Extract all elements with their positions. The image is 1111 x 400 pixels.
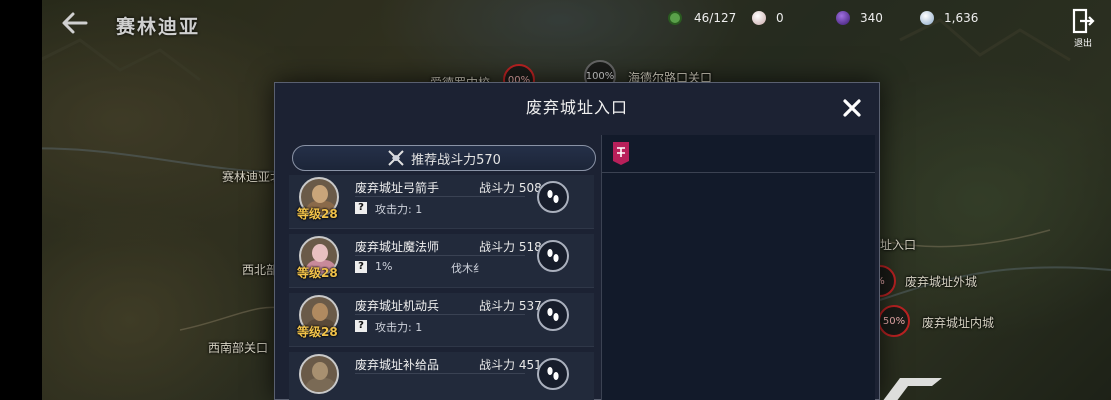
footprints-icon: [547, 367, 559, 380]
close-icon: [843, 99, 861, 117]
reward-header: [602, 135, 875, 173]
enemy-level: 等级28: [297, 325, 338, 339]
divider: [355, 196, 525, 197]
divider: [355, 314, 525, 315]
resource-stamina-value: 46/127: [694, 11, 737, 25]
enemy-row[interactable]: 废弃城址补给品 战斗力 451: [289, 352, 594, 400]
resource-crystal[interactable]: 1,636: [920, 8, 978, 28]
crossed-swords-icon: [388, 150, 404, 166]
recommended-power-badge: 推荐战斗力570: [292, 145, 596, 171]
enemy-power: 战斗力 537: [479, 299, 542, 313]
page-title: 赛林迪亚: [116, 16, 201, 38]
enemy-name: 废弃城址魔法师: [355, 240, 440, 254]
enemy-name: 废弃城址机动兵: [355, 299, 440, 313]
enemy-skill: 攻击力: 1: [375, 203, 423, 216]
enemy-name: 废弃城址弓箭手: [355, 181, 440, 195]
footprints-icon: [547, 190, 559, 203]
dialog-title: 废弃城址入口: [525, 98, 628, 117]
enemy-row[interactable]: 等级28 废弃城址弓箭手 战斗力 508 ? 攻击力: 1: [289, 175, 594, 229]
map-label-northwest[interactable]: 西北部: [242, 261, 278, 278]
enemy-avatar: [299, 354, 339, 394]
left-edge-bar: [0, 0, 42, 400]
map-label-outer[interactable]: 废弃城址外城: [905, 273, 977, 290]
exit-label: 退出: [1073, 39, 1092, 49]
enemy-power: 战斗力 518: [479, 240, 542, 254]
exit-door-icon: [1072, 8, 1095, 34]
back-button[interactable]: [60, 10, 90, 36]
arrow-left-icon: [62, 12, 88, 34]
resource-crystal-value: 1,636: [944, 11, 979, 25]
enemy-row[interactable]: 等级28 废弃城址机动兵 战斗力 537 ? 攻击力: 1: [289, 293, 594, 347]
divider: [355, 373, 525, 374]
reward-pane: [601, 135, 875, 400]
enemy-skill-extra: 伐木纟: [451, 262, 484, 275]
skill-icon: ?: [355, 261, 367, 273]
footprints-icon: [547, 249, 559, 262]
enemy-power: 战斗力 508: [479, 181, 542, 195]
map-label-southwest[interactable]: 西南部关口: [208, 339, 268, 356]
footprints-button[interactable]: [537, 299, 569, 331]
map-label-inner[interactable]: 废弃城址内城: [922, 314, 994, 331]
resource-pearl-value: 0: [776, 11, 784, 25]
resource-stamina[interactable]: 46/127: [668, 8, 736, 28]
footprints-button[interactable]: [537, 181, 569, 213]
recommended-power-text: 推荐战斗力570: [411, 152, 501, 168]
skill-icon: ?: [355, 320, 367, 332]
decorative-glow: [883, 378, 942, 400]
close-button[interactable]: [841, 97, 863, 119]
pearl-icon: [752, 11, 766, 25]
enemy-name: 废弃城址补给品: [355, 358, 440, 372]
enemy-skill: 攻击力: 1: [375, 321, 423, 334]
map-label-north[interactable]: 赛林迪亚北: [222, 168, 282, 185]
enemy-power: 战斗力 451: [479, 358, 542, 372]
enemy-list-pane[interactable]: 推荐战斗力570 等级28 废弃城址弓箭手 战斗力 508 ? 攻击力: 1 等…: [282, 135, 600, 400]
skill-icon: ?: [355, 202, 367, 214]
stamina-icon: [668, 11, 682, 25]
enemy-row[interactable]: 等级28 废弃城址魔法师 战斗力 518 ? 1% 伐木纟: [289, 234, 594, 288]
progress-badge-inner[interactable]: 50%: [878, 305, 910, 337]
footprints-button[interactable]: [537, 358, 569, 390]
enemy-level: 等级28: [297, 207, 338, 221]
resource-purple-gem[interactable]: 340: [836, 8, 883, 28]
enemy-level: 等级28: [297, 266, 338, 280]
exit-button[interactable]: 退出: [1069, 8, 1097, 49]
crystal-icon: [920, 11, 934, 25]
purple-gem-icon: [836, 11, 850, 25]
stage-dialog: 废弃城址入口 推荐战斗力570 等级28 废弃城址弓箭手 战斗力 508 ? 攻…: [274, 82, 880, 400]
banner-emblem-icon: [613, 142, 629, 165]
footprints-icon: [547, 308, 559, 321]
enemy-skill: 1%: [375, 260, 393, 273]
resource-pearl[interactable]: 0: [752, 8, 784, 28]
resource-purple-gem-value: 340: [860, 11, 883, 25]
divider: [355, 255, 525, 256]
map-label-entrance[interactable]: 址入口: [880, 236, 916, 253]
footprints-button[interactable]: [537, 240, 569, 272]
